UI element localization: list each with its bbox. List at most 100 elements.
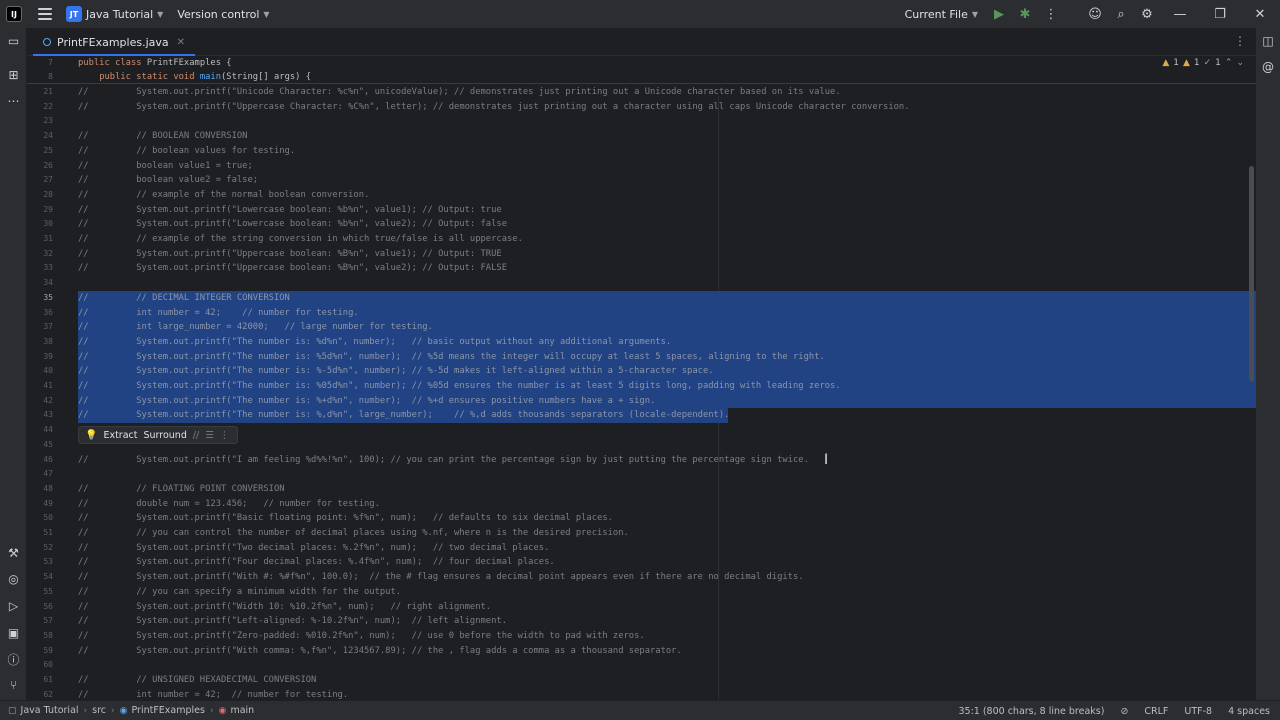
code-line[interactable]: // // boolean values for testing. [78,144,295,159]
code-line[interactable]: // int number = 42; // number for testin… [78,688,348,700]
app-logo-icon[interactable]: IJ [6,6,22,22]
file-encoding[interactable]: UTF-8 [1184,706,1212,717]
code-line[interactable]: // System.out.printf("The number is: %+d… [78,394,655,409]
code-line[interactable]: // System.out.printf("With comma: %,f%n"… [78,644,682,659]
tab-printfexamples[interactable]: PrintFExamples.java ✕ [33,28,196,56]
code-line[interactable]: // boolean value2 = false; [78,173,258,188]
main-menu-icon[interactable] [38,8,52,20]
code-line[interactable]: // System.out.printf("With #: %#f%n", 10… [78,570,804,585]
line-number: 42 [43,395,53,405]
code-line[interactable]: // System.out.printf("Basic floating poi… [78,511,613,526]
tab-label: PrintFExamples.java [57,35,169,49]
folder-icon[interactable]: ▭ [0,30,27,52]
chevron-up-icon[interactable]: ⌃ [1225,58,1233,68]
code-line[interactable]: // System.out.printf("I am feeling %d%%!… [78,453,809,468]
more-actions-button[interactable]: ⋮ [220,430,230,441]
structure-icon[interactable]: ⊞ [0,64,27,86]
project-badge[interactable]: JT [66,6,82,22]
code-line[interactable]: // System.out.printf("Uppercase boolean:… [78,247,502,262]
caret-position[interactable]: 35:1 (800 chars, 8 line breaks) [958,706,1104,717]
extract-button[interactable]: Extract [103,430,137,441]
sticky-line[interactable]: public static void main(String[] args) { [78,70,311,85]
tab-options-icon[interactable]: ⋮ [1234,34,1246,48]
line-number: 30 [43,219,53,229]
settings-icon[interactable]: ⚙ [1134,0,1160,28]
line-number: 35 [43,292,53,302]
code-line[interactable]: // System.out.printf("The number is: %d%… [78,335,671,350]
reformat-button[interactable]: ☰ [205,430,214,441]
surround-button[interactable]: Surround [143,430,186,441]
code-editor[interactable]: 21 // System.out.printf("Unicode Characte… [27,56,1256,700]
check-icon: ✓ [1203,58,1212,68]
terminal-icon[interactable]: ▣ [0,622,27,644]
code-line[interactable]: // System.out.printf("The number is: %5d… [78,350,825,365]
code-line[interactable]: // System.out.printf("Lowercase boolean:… [78,217,507,232]
weak-warning-icon: ▲ [1182,58,1190,68]
code-line[interactable]: // System.out.printf("Left-aligned: %-10… [78,614,507,629]
sticky-line[interactable]: public class PrintFExamples { [78,56,232,71]
code-line[interactable]: // System.out.printf("Four decimal place… [78,555,555,570]
line-number: 57 [43,616,53,626]
code-line[interactable]: // int number = 42; // number for testin… [78,306,359,321]
code-line[interactable]: // System.out.printf("Width 10: %10.2f%n… [78,600,491,615]
code-line[interactable]: // System.out.printf("The number is: %-5… [78,364,714,379]
title-bar: IJ JT Java Tutorial ▼ Version control ▼ … [0,0,1280,28]
code-line[interactable]: // // BOOLEAN CONVERSION [78,129,247,144]
project-selector[interactable]: Java Tutorial ▼ [86,8,163,21]
code-line[interactable]: // System.out.printf("Uppercase boolean:… [78,261,507,276]
code-line[interactable]: // // you can control the number of deci… [78,526,629,541]
right-tool-strip: ◫ @ [1256,28,1280,700]
breadcrumb-method[interactable]: main [230,705,254,716]
breadcrumb-src[interactable]: src [92,705,106,716]
code-line[interactable]: // // DECIMAL INTEGER CONVERSION [78,291,290,306]
code-line[interactable]: // int large_number = 42000; // large nu… [78,320,433,335]
more-icon[interactable]: ⋮ [1038,0,1064,28]
code-line[interactable]: // System.out.printf("Lowercase boolean:… [78,203,502,218]
code-line[interactable]: // System.out.printf("Unicode Character:… [78,85,841,100]
line-number: 24 [43,131,53,141]
code-line[interactable]: // System.out.printf("The number is: %05… [78,379,841,394]
line-separator[interactable]: CRLF [1144,706,1168,717]
inspection-widget[interactable]: ▲ 1 ▲ 1 ✓ 1 ⌃ ⌄ [1162,58,1244,68]
ai-assistant-icon[interactable]: @ [1256,56,1280,78]
vertical-scrollbar[interactable] [1249,166,1254,382]
services-icon[interactable]: ◎ [0,568,27,590]
debug-icon[interactable]: ✱ [1012,0,1038,28]
code-line[interactable]: // System.out.printf("The number is: %,d… [78,408,729,423]
code-line[interactable]: // System.out.printf("Zero-padded: %010.… [78,629,645,644]
run-icon[interactable]: ▶ [986,0,1012,28]
line-number: 62 [43,689,53,699]
add-user-icon[interactable]: ☺ [1082,0,1108,28]
comment-button[interactable]: // [193,430,199,441]
minimize-icon[interactable]: — [1160,0,1200,28]
close-icon[interactable]: ✕ [1240,0,1280,28]
run-config-selector[interactable]: Current File ▼ [905,8,978,21]
more-tools-icon[interactable]: ⋯ [0,90,27,112]
close-tab-icon[interactable]: ✕ [177,37,185,48]
code-line[interactable]: // // you can specify a minimum width fo… [78,585,401,600]
code-line[interactable]: // double num = 123.456; // number for t… [78,497,380,512]
code-line[interactable]: // // example of the normal boolean conv… [78,188,369,203]
run-tool-icon[interactable]: ▷ [0,595,27,617]
code-line[interactable]: // // FLOATING POINT CONVERSION [78,482,285,497]
git-icon[interactable]: ⑂ [0,674,27,696]
code-line[interactable]: // boolean value1 = true; [78,159,253,174]
code-line[interactable]: // // UNSIGNED HEXADECIMAL CONVERSION [78,673,316,688]
vcs-selector[interactable]: Version control ▼ [177,8,269,21]
indent-setting[interactable]: 4 spaces [1228,706,1270,717]
build-icon[interactable]: ⚒ [0,542,27,564]
line-number: 47 [43,469,53,479]
lightbulb-icon[interactable]: 💡 [85,430,97,441]
code-line[interactable]: // System.out.printf("Two decimal places… [78,541,549,556]
breadcrumb-project[interactable]: Java Tutorial [21,705,79,716]
chevron-down-icon[interactable]: ⌄ [1236,58,1244,68]
breadcrumb-class[interactable]: PrintFExamples [131,705,204,716]
no-entry-icon[interactable]: ⊘ [1120,706,1128,717]
notifications-icon[interactable]: ◫ [1256,30,1280,52]
line-number: 33 [43,263,53,273]
code-line[interactable]: // // example of the string conversion i… [78,232,523,247]
restore-icon[interactable]: ❐ [1200,0,1240,28]
problems-icon[interactable]: ⓘ [0,648,27,670]
code-line[interactable]: // System.out.printf("Uppercase Characte… [78,100,910,115]
search-icon[interactable]: ⌕ [1108,0,1134,28]
